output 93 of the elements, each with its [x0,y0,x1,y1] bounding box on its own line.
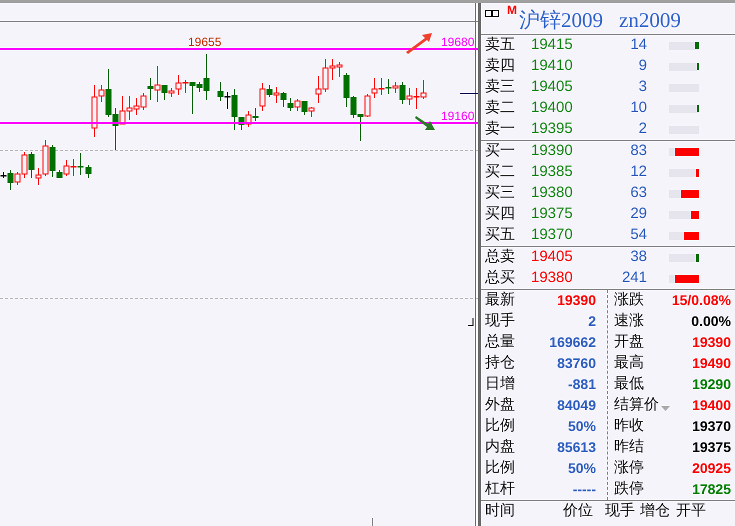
stat-label: 持仓 [485,353,515,374]
volume-value: 54 [629,225,647,246]
stat-value: -881 [568,375,596,394]
stat-label: 涨停 [614,458,644,478]
stat-value: 83760 [557,354,596,373]
stat-label: 速涨 [614,311,644,332]
price-value: 19380 [531,268,574,288]
stat-value: 19370 [692,417,731,436]
stat-label: 跌停 [614,479,644,500]
volume-value: 10 [629,98,647,118]
stat-value: 0.00% [691,312,731,331]
column-header: 开平 [676,503,707,518]
stat-label: 比例 [485,458,515,478]
level-label: 卖三 [484,77,516,98]
price-value: 19405 [531,247,574,268]
up-arrow-icon [406,33,432,54]
stat-label: 比例 [485,416,515,436]
price-marker [460,93,478,94]
volume-value: 38 [629,247,647,268]
stat-value: 19375 [692,438,731,457]
price-value: 19405 [531,77,574,98]
stat-value: 15/0.08% [672,291,731,310]
level-label: 总卖 [484,247,516,268]
down-arrow-icon [415,116,435,130]
price-value: 19380 [531,183,574,204]
volume-value: 63 [629,183,647,204]
price-value: 19370 [531,225,574,246]
stat-value: 169662 [549,333,596,352]
stat-value: 85613 [557,438,596,457]
level-label: 买五 [484,225,516,246]
instrument-code: zn2009 [619,10,681,31]
price-value: 19375 [531,204,574,224]
stat-label: 最新 [485,290,515,310]
link-icon[interactable] [485,10,499,17]
volume-value: 14 [629,35,647,56]
price-value: 19410 [531,56,574,76]
stat-value: 19400 [692,396,731,415]
stat-label: 最高 [614,353,644,374]
candlestick [86,164,92,178]
column-header: 时间 [484,503,516,518]
level-label: 买二 [484,162,516,182]
level-label: 卖四 [484,56,516,76]
stat-label: 外盘 [485,395,515,416]
column-header: 现手 [605,503,636,518]
volume-value: 29 [629,204,647,224]
price-value: 19400 [531,98,574,118]
price-value: 19385 [531,162,574,182]
stat-value: 19390 [692,333,731,352]
stat-label: 日增 [485,374,515,394]
price-value: 19390 [531,141,574,162]
stat-label: 内盘 [485,437,515,458]
stat-label: 昨结 [614,437,644,458]
stat-value: 50% [568,459,596,478]
volume-value: 12 [629,162,647,182]
level-label: 卖一 [484,119,516,140]
stat-value: 84049 [557,396,596,415]
stat-value: ----- [572,480,596,499]
stat-value: 19390 [557,291,596,310]
instrument-name: 沪锌2009 [519,10,603,31]
stat-label: 涨跌 [614,290,644,310]
stat-value: 19290 [692,375,731,394]
level-label: 买四 [484,204,516,224]
volume-value: 9 [638,56,647,76]
stat-value: 19490 [692,354,731,373]
high-price-label: 19655 [188,35,222,49]
level-label: 卖二 [484,98,516,118]
level-label: 19160 [441,109,474,123]
price-value: 19415 [531,35,574,56]
volume-value: 83 [629,141,647,162]
stat-label: 杠杆 [485,479,515,500]
stat-value: 2 [588,312,596,331]
price-value: 19395 [531,119,574,140]
stat-label: 总量 [485,332,515,352]
stat-value: 20925 [692,459,731,478]
stat-label: 最低 [614,374,644,394]
column-header: 价位 [563,503,594,518]
stat-label: 昨收 [614,416,644,436]
level-label: 卖五 [484,35,516,56]
stat-value: 50% [568,417,596,436]
volume-value: 241 [620,268,647,288]
volume-value: 3 [638,77,647,98]
level-label: 总买 [484,268,516,288]
volume-value: 2 [638,119,647,140]
axis-tick-icon [468,318,474,326]
level-label: 买一 [484,141,516,162]
column-header: 增仓 [640,503,671,518]
level-label: 买三 [484,183,516,204]
level-label: 19680 [441,35,474,49]
stat-label: 现手 [485,311,515,332]
stat-value: 17825 [692,480,731,499]
stat-label: 结算价 [614,395,659,416]
market-label: M [507,4,517,16]
stat-label: 开盘 [614,332,644,352]
